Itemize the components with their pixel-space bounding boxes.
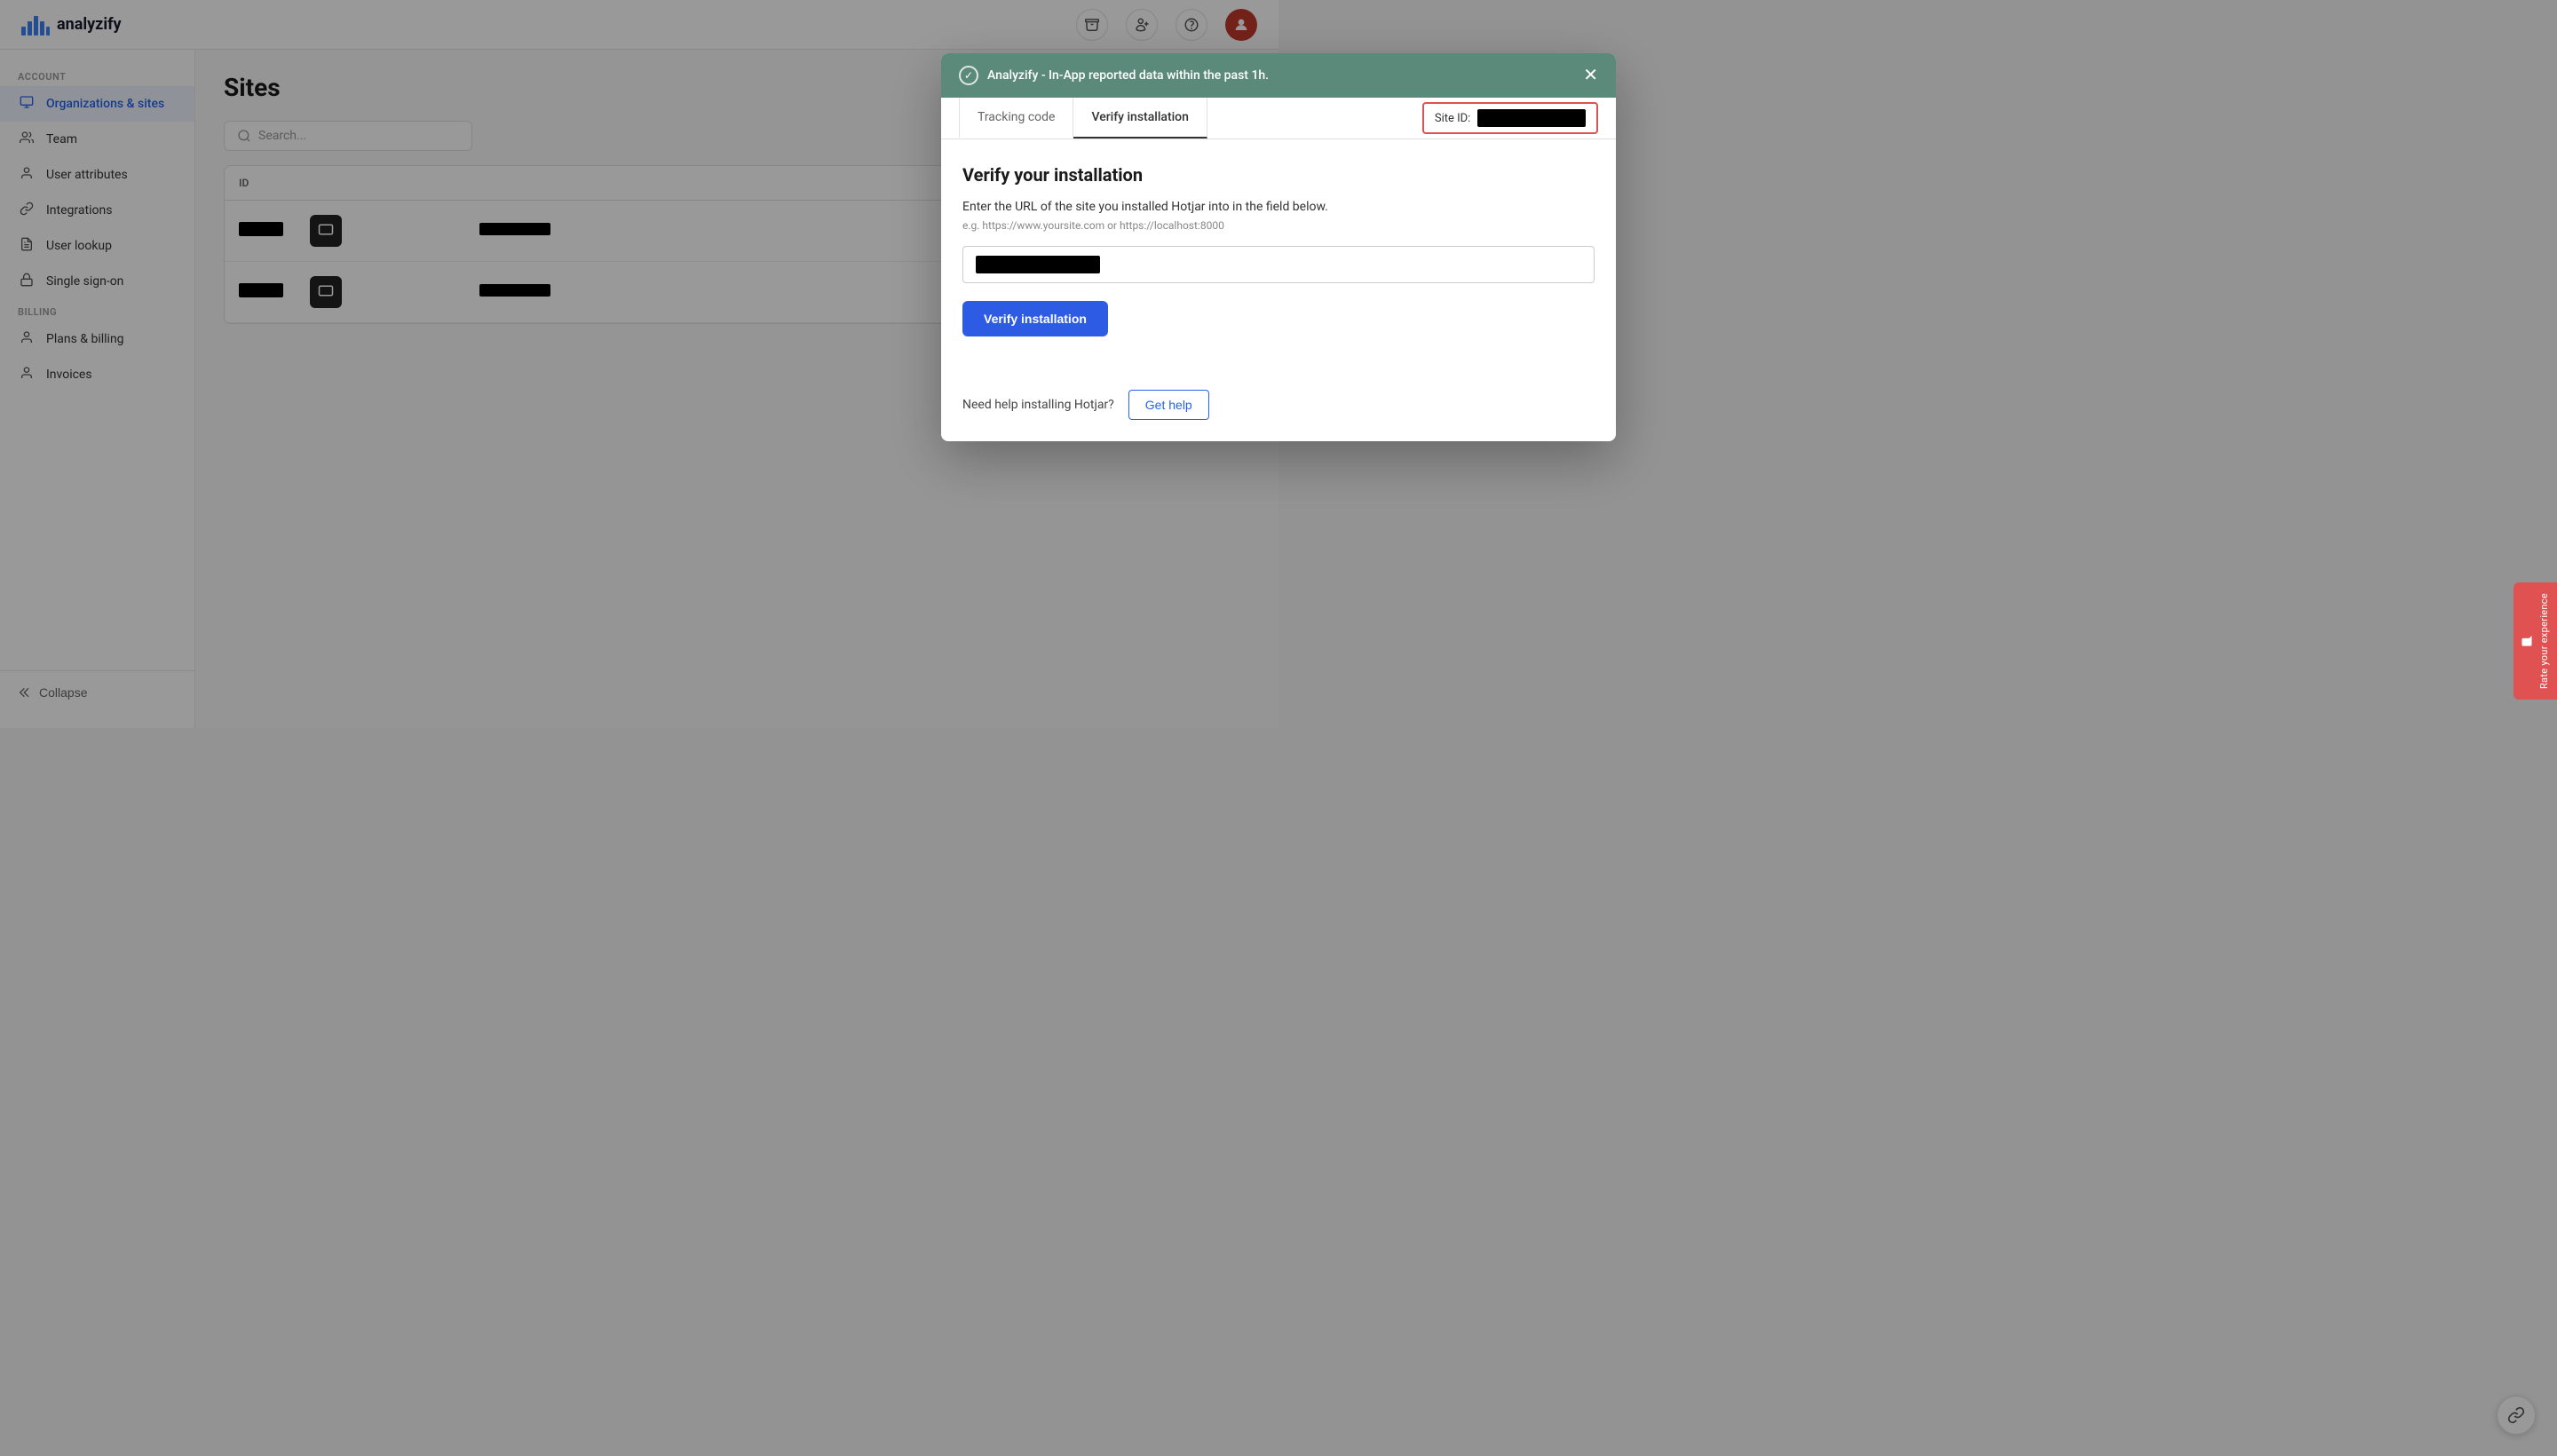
- modal-example: e.g. https://www.yoursite.com or https:/…: [962, 219, 1595, 232]
- rate-experience-tab[interactable]: Rate your experience: [2513, 582, 2557, 700]
- site-id-value: ████████: [1477, 109, 1586, 127]
- get-help-button[interactable]: Get help: [1128, 390, 1209, 420]
- modal-title: Verify your installation: [962, 164, 1595, 186]
- help-text: Need help installing Hotjar?: [962, 398, 1114, 412]
- modal-tabs-row: Tracking code Verify installation Site I…: [941, 98, 1616, 139]
- site-id-label: Site ID:: [1435, 112, 1470, 125]
- modal: ✓ Analyzify - In-App reported data withi…: [941, 53, 1616, 441]
- url-input-blackout: [976, 256, 1100, 273]
- modal-close-button[interactable]: ✕: [1583, 67, 1598, 84]
- rate-tab-label: Rate your experience: [2538, 593, 2550, 689]
- modal-banner-content: ✓ Analyzify - In-App reported data withi…: [959, 66, 1269, 85]
- url-input-container[interactable]: [962, 246, 1595, 283]
- tab-verify-installation[interactable]: Verify installation: [1073, 98, 1207, 138]
- modal-tabs: Tracking code Verify installation: [959, 98, 1207, 138]
- check-circle-icon: ✓: [959, 66, 978, 85]
- verify-installation-button[interactable]: Verify installation: [962, 301, 1108, 336]
- rate-tab-wrapper: Rate your experience: [2513, 582, 2557, 700]
- modal-overlay: ✓ Analyzify - In-App reported data withi…: [0, 0, 2557, 1456]
- modal-banner-text: Analyzify - In-App reported data within …: [987, 68, 1269, 83]
- site-id-area: Site ID: ████████: [1422, 102, 1598, 134]
- modal-footer: Need help installing Hotjar? Get help: [941, 390, 1616, 441]
- modal-desc: Enter the URL of the site you installed …: [962, 200, 1595, 214]
- modal-banner: ✓ Analyzify - In-App reported data withi…: [941, 53, 1616, 98]
- tab-tracking-code[interactable]: Tracking code: [959, 98, 1073, 138]
- modal-body: Verify your installation Enter the URL o…: [941, 139, 1616, 390]
